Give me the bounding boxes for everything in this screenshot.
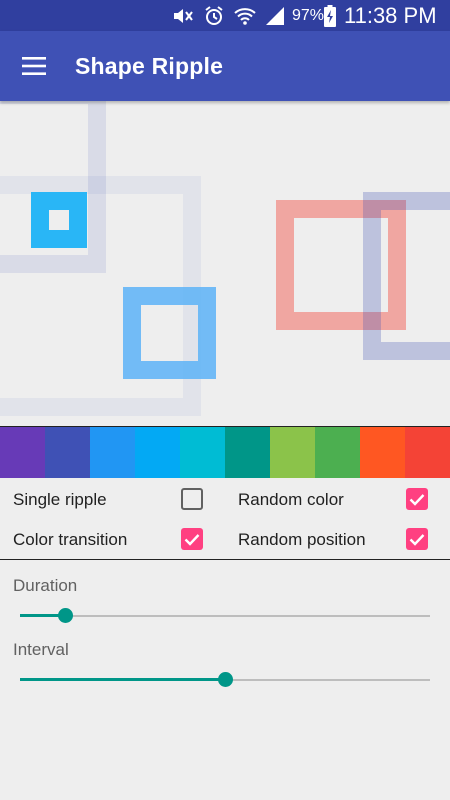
single-ripple-label: Single ripple xyxy=(13,490,107,509)
random-color-label: Random color xyxy=(238,490,344,509)
app-bar: Shape Ripple xyxy=(0,31,450,101)
random-position-checkbox[interactable] xyxy=(406,528,428,550)
random-color-checkbox[interactable] xyxy=(406,488,428,510)
color-swatch[interactable] xyxy=(45,427,90,478)
slider-thumb[interactable] xyxy=(57,608,73,623)
color-swatch[interactable] xyxy=(180,427,225,478)
slider-thumb[interactable] xyxy=(217,672,233,687)
options-panel: Single ripple Random color Color transit… xyxy=(0,478,450,560)
clock: 11:38 PM xyxy=(344,3,437,28)
signal-icon xyxy=(264,4,286,28)
random-position-label: Random position xyxy=(238,530,366,549)
slider-track xyxy=(20,615,430,617)
color-swatch[interactable] xyxy=(225,427,270,478)
alarm-icon xyxy=(203,4,225,28)
duration-label: Duration xyxy=(13,576,78,595)
battery-percent: 97% xyxy=(292,7,325,24)
interval-label: Interval xyxy=(13,640,69,659)
color-swatch[interactable] xyxy=(90,427,135,478)
battery-charging-icon xyxy=(324,4,336,28)
status-bar: 97% 11:38 PM xyxy=(0,0,450,31)
slider-fill xyxy=(20,678,225,681)
ripple-canvas[interactable] xyxy=(0,101,450,426)
color-swatch[interactable] xyxy=(360,427,405,478)
color-transition-checkbox[interactable] xyxy=(181,528,203,550)
mute-icon xyxy=(172,4,194,28)
single-ripple-checkbox[interactable] xyxy=(181,488,203,510)
color-swatch[interactable] xyxy=(405,427,450,478)
color-swatch[interactable] xyxy=(135,427,180,478)
wifi-icon xyxy=(234,4,256,28)
color-swatch[interactable] xyxy=(0,427,45,478)
color-swatch[interactable] xyxy=(315,427,360,478)
hamburger-menu-icon[interactable] xyxy=(14,48,54,84)
color-transition-label: Color transition xyxy=(13,530,128,549)
app-title: Shape Ripple xyxy=(75,53,224,79)
ripple-square xyxy=(31,192,87,248)
duration-slider[interactable] xyxy=(20,604,430,628)
color-palette xyxy=(0,426,450,478)
interval-slider[interactable] xyxy=(20,668,430,692)
color-swatch[interactable] xyxy=(270,427,315,478)
